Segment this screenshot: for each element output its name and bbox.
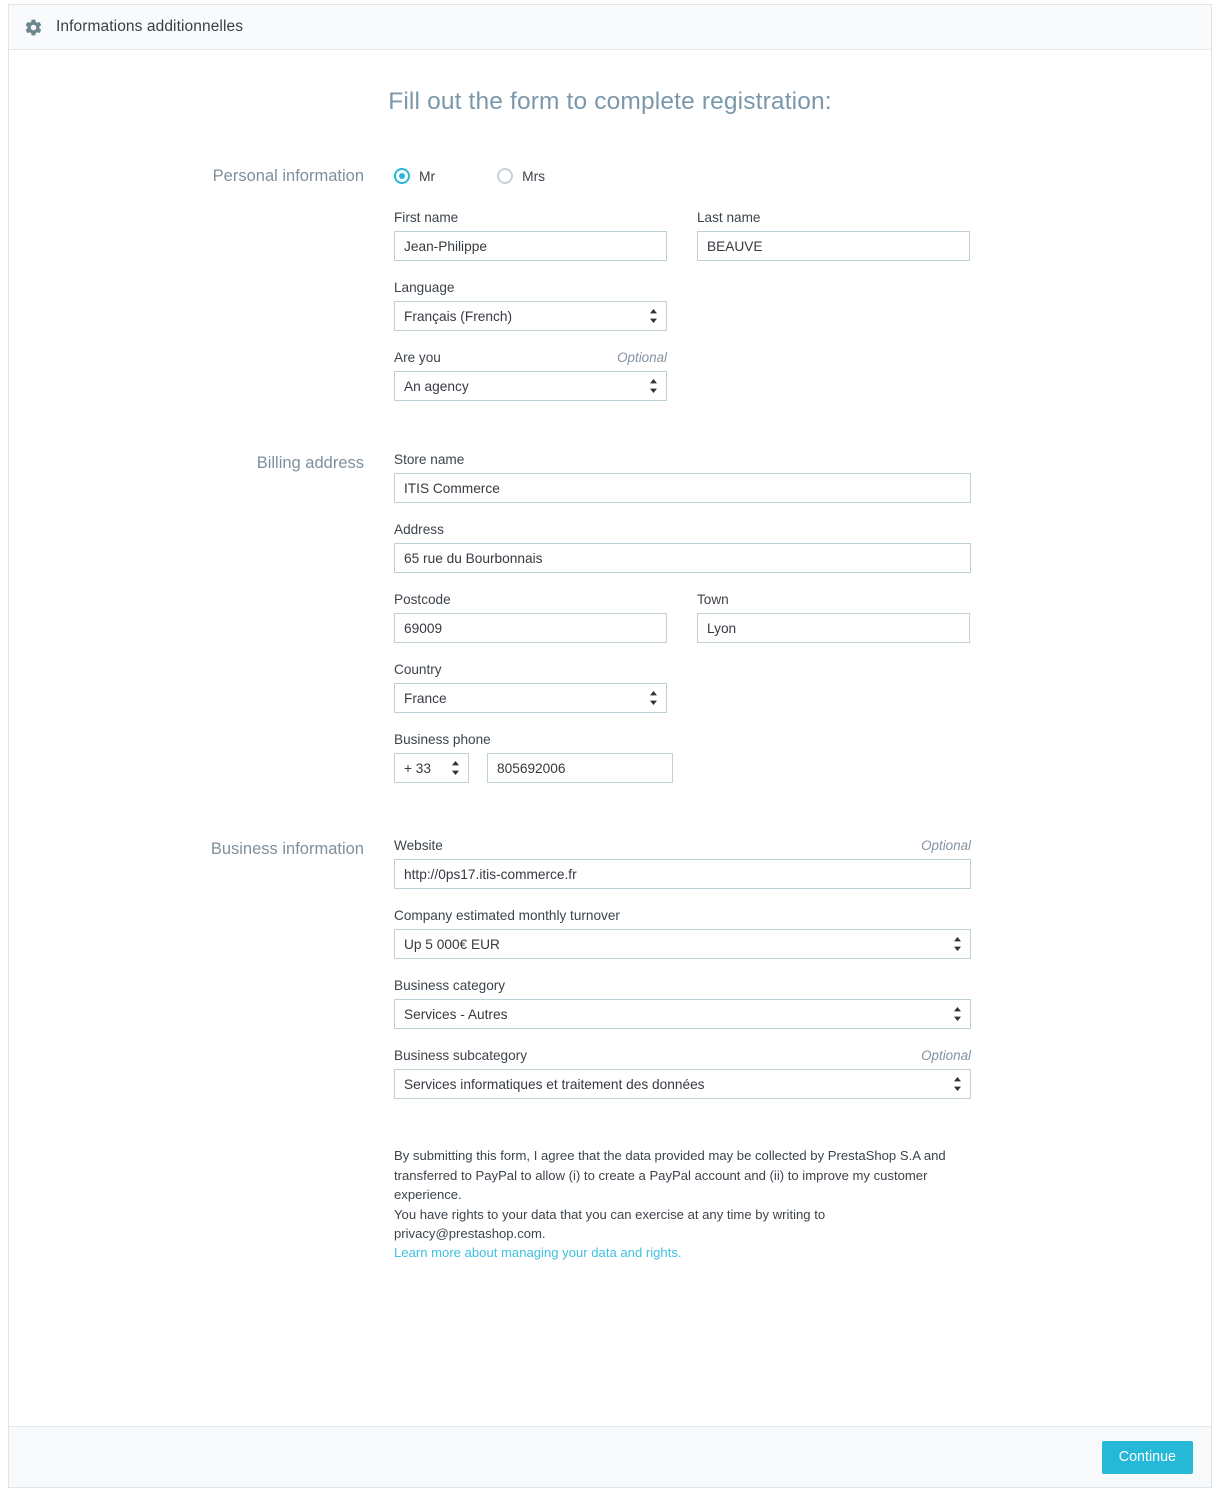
store-name-label-row: Store name [394, 452, 971, 467]
business-category-label-row: Business category [394, 978, 971, 993]
radio-dot-mr[interactable] [394, 168, 410, 184]
section-billing-address: Billing address Store name Address [9, 452, 1211, 783]
store-name-group: Store name [394, 452, 1211, 503]
turnover-select[interactable]: Up 5 000€ EUR [394, 929, 971, 959]
business-category-select[interactable]: Services - Autres [394, 999, 971, 1029]
language-label: Language [394, 280, 455, 295]
radio-dot-mrs[interactable] [497, 168, 514, 184]
radio-label-mr: Mr [419, 168, 436, 184]
privacy-policy-link[interactable]: Learn more about managing your data and … [394, 1245, 682, 1260]
panel-footer: Continue [9, 1426, 1211, 1487]
page-title: Fill out the form to complete registrati… [388, 88, 832, 115]
section-business-information: Business information Website Optional Co… [9, 838, 1211, 1099]
address-input[interactable] [394, 543, 971, 573]
are-you-label: Are you [394, 350, 441, 365]
radio-label-mrs: Mrs [522, 168, 546, 184]
personal-fields: Mr Mrs First name Jean-Philippe Last nam… [394, 165, 1211, 401]
website-label: Website [394, 838, 443, 853]
postcode-group: Postcode [394, 592, 667, 643]
language-group: Language Français (French) [394, 280, 1211, 331]
country-label-row: Country [394, 662, 667, 677]
panel-header: Informations additionnelles [9, 5, 1211, 50]
radio-option-mrs[interactable]: Mrs [497, 168, 545, 184]
business-fields: Website Optional Company estimated month… [394, 838, 1211, 1099]
turnover-group: Company estimated monthly turnover Up 5 … [394, 908, 1211, 959]
country-group: Country France [394, 662, 1211, 713]
business-subcategory-select[interactable]: Services informatiques et traitement des… [394, 1069, 971, 1099]
store-name-label: Store name [394, 452, 465, 467]
business-category-select-wrap: Services - Autres [394, 999, 971, 1029]
are-you-label-row: Are you Optional [394, 350, 667, 365]
turnover-label: Company estimated monthly turnover [394, 908, 620, 923]
business-subcategory-optional-badge: Optional [921, 1048, 971, 1063]
last-name-group: Last name [697, 210, 970, 261]
address-group: Address [394, 522, 1211, 573]
last-name-input[interactable] [697, 231, 970, 261]
turnover-label-row: Company estimated monthly turnover [394, 908, 971, 923]
are-you-optional-badge: Optional [617, 350, 667, 365]
phone-number-input[interactable] [487, 753, 673, 783]
panel-title: Informations additionnelles [56, 18, 244, 35]
gender-radio-group: Mr Mrs [394, 165, 1211, 187]
postcode-label-row: Postcode [394, 592, 667, 607]
section-label-billing: Billing address [256, 454, 364, 472]
phone-prefix-select[interactable]: + 33 [394, 753, 469, 783]
section-label-personal: Personal information [212, 167, 364, 185]
legal-paragraph-2: You have rights to your data that you ca… [394, 1206, 826, 1242]
radio-option-mr[interactable]: Mr [394, 168, 435, 184]
last-name-label-row: Last name [697, 210, 970, 225]
country-label: Country [394, 662, 442, 677]
town-input[interactable] [697, 613, 970, 643]
continue-button[interactable]: Continue [1101, 1440, 1193, 1474]
are-you-group: Are you Optional An agency [394, 350, 1211, 401]
postcode-input[interactable] [394, 613, 667, 643]
panel-body: Fill out the form to complete registrati… [9, 50, 1211, 1426]
language-label-row: Language [394, 280, 667, 295]
website-label-row: Website Optional [394, 838, 971, 853]
legal-paragraph-1: By submitting this form, I agree that th… [394, 1148, 946, 1202]
language-select[interactable]: Français (French) [394, 301, 667, 331]
business-phone-group: Business phone + 33 [394, 732, 1211, 783]
business-subcategory-label: Business subcategory [394, 1048, 527, 1063]
business-phone-label: Business phone [394, 732, 491, 747]
postcode-label: Postcode [394, 592, 451, 607]
website-group: Website Optional [394, 838, 1211, 889]
name-row: First name Last name [394, 210, 1211, 261]
phone-prefix-select-wrap: + 33 [394, 753, 469, 783]
store-name-input[interactable] [394, 473, 971, 503]
address-label-row: Address [394, 522, 971, 537]
last-name-label: Last name [697, 210, 761, 225]
first-name-label-row: First name [394, 210, 667, 225]
town-group: Town [697, 592, 970, 643]
are-you-select[interactable]: An agency [394, 371, 667, 401]
first-name-input[interactable] [394, 231, 667, 261]
first-name-label: First name [394, 210, 459, 225]
business-subcategory-select-wrap: Services informatiques et traitement des… [394, 1069, 971, 1099]
business-subcategory-group: Business subcategory Optional Services i… [394, 1048, 1211, 1099]
section-label-business: Business information [210, 840, 364, 858]
first-name-group: First name [394, 210, 667, 261]
language-select-wrap: Français (French) [394, 301, 667, 331]
address-label: Address [394, 522, 444, 537]
country-select[interactable]: France [394, 683, 667, 713]
business-category-label: Business category [394, 978, 506, 993]
gear-icon [24, 18, 43, 37]
are-you-select-wrap: An agency [394, 371, 667, 401]
website-input[interactable] [394, 859, 971, 889]
section-personal-information: Personal information Mr Mrs First name J… [9, 165, 1211, 401]
phone-row: + 33 [394, 753, 1211, 783]
business-phone-label-row: Business phone [394, 732, 667, 747]
town-label: Town [697, 592, 729, 607]
business-subcategory-label-row: Business subcategory Optional [394, 1048, 971, 1063]
billing-fields: Store name Address Postcode [394, 452, 1211, 783]
website-optional-badge: Optional [921, 838, 971, 853]
registration-form: Personal information Mr Mrs First name J… [9, 165, 1211, 1262]
town-label-row: Town [697, 592, 970, 607]
business-category-group: Business category Services - Autres [394, 978, 1211, 1029]
country-select-wrap: France [394, 683, 667, 713]
legal-disclaimer: By submitting this form, I agree that th… [9, 1146, 1211, 1262]
postcode-town-row: Postcode Town [394, 592, 1211, 643]
turnover-select-wrap: Up 5 000€ EUR [394, 929, 971, 959]
additional-information-panel: Informations additionnelles Fill out the… [8, 4, 1212, 1488]
